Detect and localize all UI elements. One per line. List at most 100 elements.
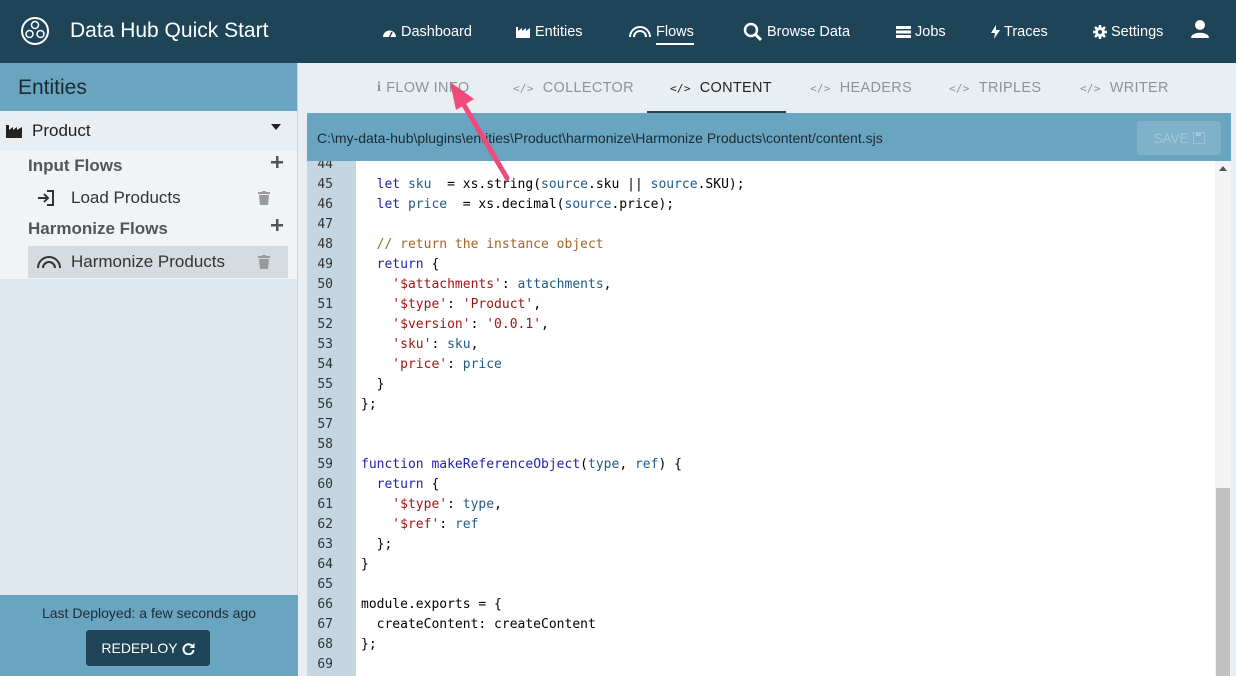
line-number: 48 [317, 237, 333, 252]
tab-label: TRIPLES [978, 80, 1042, 96]
user-icon[interactable] [1190, 19, 1210, 39]
nav-browse-data[interactable]: Browse Data [743, 0, 850, 63]
code-line[interactable]: 50 '$attachments': attachments, [307, 275, 1215, 295]
deploy-footer: Last Deployed: a few seconds ago REDEPLO… [0, 595, 298, 676]
code-token: { [423, 477, 440, 492]
editor-scrollbar[interactable] [1215, 161, 1231, 676]
file-path: C:\my-data-hub\plugins\entities\Product\… [317, 130, 883, 146]
input-flows-header: Input Flows [28, 151, 283, 181]
code-token: return [361, 477, 424, 492]
refresh-icon [182, 642, 195, 655]
code-token: type [462, 497, 495, 512]
line-number: 59 [317, 457, 333, 472]
code-line[interactable]: 51 '$type': 'Product', [307, 295, 1215, 315]
tab-writer[interactable]: </> WRITER [1080, 63, 1169, 113]
code-token: createContent: createContent [361, 617, 596, 632]
code-icon: </> [949, 81, 970, 95]
data-hub-logo-icon[interactable] [20, 16, 50, 46]
tab-triples[interactable]: </> TRIPLES [949, 63, 1041, 113]
code-line[interactable]: 65 [307, 575, 1215, 595]
input-flows-label: Input Flows [28, 156, 123, 175]
entity-product[interactable]: Product [0, 111, 297, 151]
code-text: '$ref': ref [361, 515, 478, 535]
code-line[interactable]: 63 }; [307, 535, 1215, 555]
save-button[interactable]: SAVE [1137, 121, 1221, 155]
nav-flows[interactable]: Flows [628, 0, 694, 63]
code-line[interactable]: 64} [307, 555, 1215, 575]
tab-content[interactable]: </> CONTENT [670, 63, 772, 113]
tab-flow-info[interactable]: i FLOW INFO [377, 63, 469, 113]
scroll-thumb[interactable] [1216, 488, 1230, 676]
code-token: '0.0.1' [486, 317, 542, 332]
flow-load-products[interactable]: Load Products [28, 182, 288, 214]
code-line[interactable]: 49 return { [307, 255, 1215, 275]
redeploy-label: REDEPLOY [101, 640, 178, 656]
bolt-icon [991, 24, 1000, 39]
code-text: }; [361, 535, 393, 555]
code-line[interactable]: 52 '$version': '0.0.1', [307, 315, 1215, 335]
code-line[interactable]: 67 createContent: createContent [307, 615, 1215, 635]
redeploy-button[interactable]: REDEPLOY [86, 630, 210, 666]
nav-settings[interactable]: Settings [1093, 0, 1163, 63]
line-number: 50 [317, 277, 333, 292]
nav-traces[interactable]: Traces [991, 0, 1048, 63]
code-line[interactable]: 48 // return the instance object [307, 235, 1215, 255]
nav-label: Settings [1111, 23, 1164, 40]
code-token: ref [634, 457, 659, 472]
entity-label: Product [32, 121, 91, 140]
code-line[interactable]: 68}; [307, 635, 1215, 655]
code-icon: </> [810, 81, 831, 95]
tab-headers[interactable]: </> HEADERS [810, 63, 912, 113]
code-line[interactable]: 60 return { [307, 475, 1215, 495]
code-token: : [447, 497, 463, 512]
line-number: 49 [317, 257, 333, 272]
code-icon: </> [1080, 81, 1101, 95]
tab-collector[interactable]: </> COLLECTOR [513, 63, 634, 113]
code-line[interactable]: 46 let price = xs.decimal(source.price); [307, 195, 1215, 215]
trash-icon[interactable] [258, 255, 270, 269]
code-line[interactable]: 66 module.exports = { [307, 595, 1215, 615]
code-line[interactable]: 57 [307, 415, 1215, 435]
file-path-bar: C:\my-data-hub\plugins\entities\Product\… [307, 113, 1231, 161]
nav-dashboard[interactable]: Dashboard [382, 0, 472, 63]
nav-label: Browse Data [767, 23, 851, 40]
caret-down-icon[interactable] [271, 124, 281, 130]
code-token: let [361, 177, 408, 192]
code-line[interactable]: 54 'price': price [307, 355, 1215, 375]
code-line[interactable]: 45 let sku = xs.string(source.sku || sou… [307, 175, 1215, 195]
scroll-up-arrow-icon[interactable] [1219, 166, 1227, 171]
code-text: module.exports = { [361, 595, 502, 615]
code-token: '$attachments' [361, 277, 502, 292]
add-input-flow-icon[interactable] [271, 156, 283, 168]
code-line[interactable]: 44 [307, 161, 1215, 175]
code-token: function [361, 457, 432, 472]
code-line[interactable]: 61 '$type': type, [307, 495, 1215, 515]
code-token: , [619, 457, 635, 472]
dashboard-icon [383, 30, 396, 37]
code-line[interactable]: 55 } [307, 375, 1215, 395]
code-token: module.exports = { [361, 597, 502, 612]
flow-harmonize-products[interactable]: Harmonize Products [28, 246, 288, 278]
code-token: price [462, 357, 502, 372]
code-line[interactable]: 59 function makeReferenceObject(type, ref… [307, 455, 1215, 475]
code-text: createContent: createContent [361, 615, 596, 635]
sidebar-title: Entities [0, 63, 297, 111]
code-line[interactable]: 69 [307, 655, 1215, 675]
nav-entities[interactable]: Entities [516, 0, 583, 63]
app-title[interactable]: Data Hub Quick Start [70, 19, 268, 43]
trash-icon[interactable] [258, 191, 270, 205]
nav-jobs[interactable]: Jobs [896, 0, 946, 63]
flows-icon [629, 26, 651, 38]
code-line[interactable]: 56}; [307, 395, 1215, 415]
code-line[interactable]: 62 '$ref': ref [307, 515, 1215, 535]
add-harmonize-flow-icon[interactable] [271, 219, 283, 231]
floppy-icon [1192, 132, 1205, 144]
line-number: 68 [317, 637, 333, 652]
code-line[interactable]: 53 'sku': sku, [307, 335, 1215, 355]
code-text: }; [361, 635, 377, 655]
gear-icon [1093, 24, 1107, 39]
code-line[interactable]: 47 [307, 215, 1215, 235]
flow-label: Load Products [71, 188, 181, 207]
code-editor[interactable]: 44 45 let sku = xs.string(source.sku || s… [307, 161, 1231, 676]
code-line[interactable]: 58 [307, 435, 1215, 455]
